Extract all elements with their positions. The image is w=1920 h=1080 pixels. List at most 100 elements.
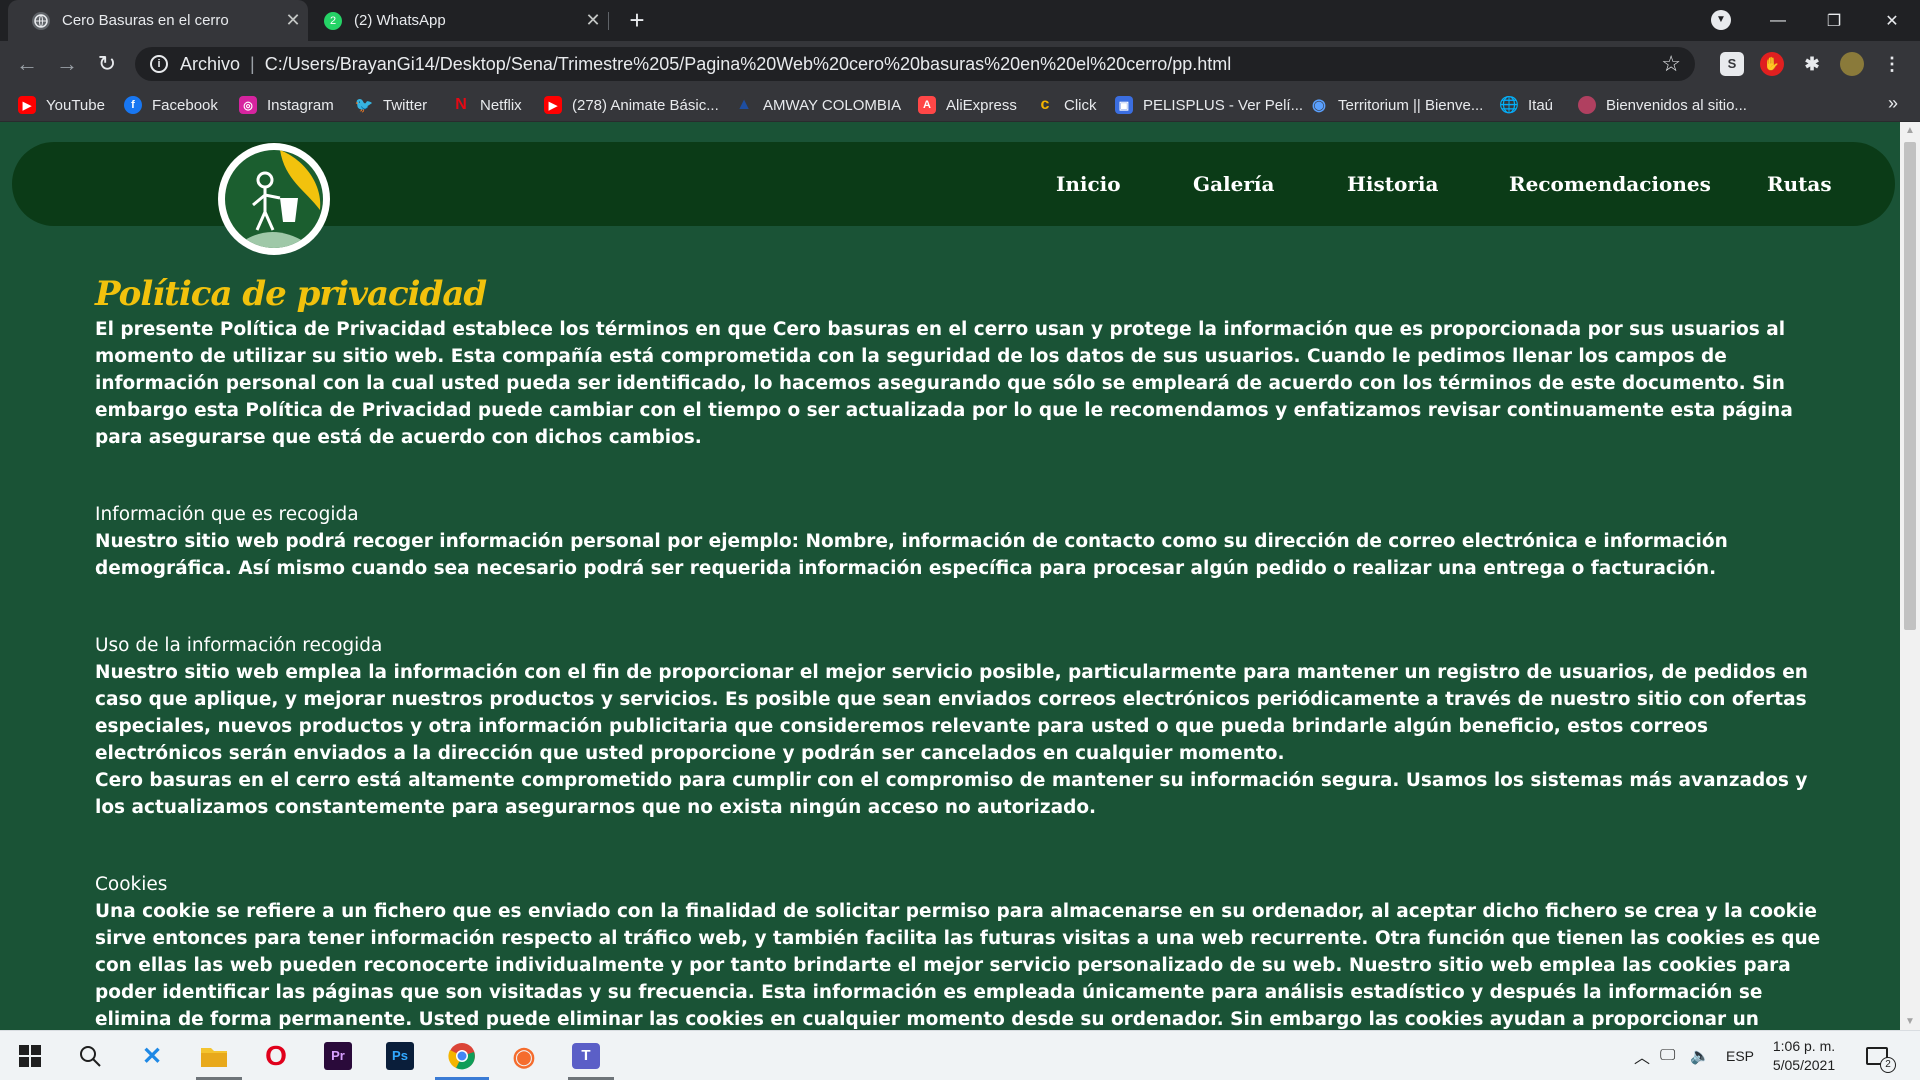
section-cookies: Cookies Una cookie se refiere a un fiche… — [95, 871, 1825, 1030]
pelisplus-icon: ▣ — [1115, 96, 1133, 114]
bookmark-click[interactable]: c Click — [1036, 94, 1097, 116]
globe-icon: 🌐 — [1499, 97, 1519, 114]
teams-icon[interactable]: T — [568, 1038, 604, 1074]
close-tab-icon[interactable]: ✕ — [578, 10, 608, 31]
page-viewport: Inicio Galería Historia Recomendaciones … — [0, 122, 1900, 1030]
section-title: Información que es recogida — [95, 504, 359, 525]
bookmark-label: AliExpress — [946, 96, 1017, 114]
facebook-icon: f — [124, 96, 142, 114]
bookmark-star-icon[interactable]: ☆ — [1661, 51, 1681, 77]
new-tab-button[interactable]: + — [622, 5, 652, 35]
extensions-puzzle-icon[interactable]: ✱ — [1800, 52, 1824, 76]
bookmark-label: Twitter — [383, 96, 428, 114]
recycling-person-icon — [225, 150, 323, 248]
bookmark-netflix[interactable]: N Netflix — [452, 94, 522, 116]
volume-icon[interactable]: 🔈 — [1690, 1031, 1710, 1080]
section-title: Cookies — [95, 874, 168, 895]
bookmark-facebook[interactable]: f Facebook — [124, 94, 218, 116]
section-uso-informacion: Uso de la información recogida Nuestro s… — [95, 632, 1825, 821]
scroll-down-arrow-icon[interactable]: ▼ — [1900, 1013, 1920, 1030]
address-separator: | — [250, 53, 255, 74]
section-body: Una cookie se refiere a un fichero que e… — [95, 901, 1821, 1030]
nav-rutas[interactable]: Rutas — [1767, 172, 1832, 196]
menu-kebab-icon[interactable]: ⋮ — [1880, 52, 1904, 76]
chrome-icon[interactable] — [444, 1038, 480, 1074]
instagram-icon: ◎ — [239, 96, 257, 114]
bookmark-label: Netflix — [480, 96, 522, 114]
address-url[interactable]: C:/Users/BrayanGi14/Desktop/Sena/Trimest… — [265, 54, 1232, 75]
bookmark-itau[interactable]: 🌐 Itaú — [1499, 94, 1554, 116]
restore-button[interactable]: ❐ — [1806, 0, 1862, 41]
nav-recomendaciones[interactable]: Recomendaciones — [1509, 172, 1711, 196]
forward-icon[interactable]: → — [52, 49, 82, 79]
search-icon[interactable] — [72, 1038, 108, 1074]
bookmark-label: (278) Animate Básic... — [572, 96, 719, 114]
click-icon: c — [1040, 96, 1050, 113]
reload-icon[interactable]: ↻ — [92, 49, 122, 79]
bookmark-label: Territorium || Bienve... — [1338, 96, 1484, 114]
input-language[interactable]: ESP — [1726, 1031, 1754, 1080]
close-window-button[interactable]: ✕ — [1864, 0, 1920, 41]
info-icon[interactable]: i — [150, 55, 168, 73]
xampp-icon[interactable]: ✕ — [134, 1038, 170, 1074]
netflix-icon: N — [455, 96, 467, 113]
opera-icon[interactable]: O — [258, 1038, 294, 1074]
tab-whatsapp[interactable]: 2 (2) WhatsApp ✕ — [308, 0, 608, 41]
bookmark-instagram[interactable]: ◎ Instagram — [239, 94, 334, 116]
bookmarks-bar: ▶ YouTube f Facebook ◎ Instagram 🐦 Twitter N… — [0, 87, 1920, 122]
tab-title: (2) WhatsApp — [354, 12, 446, 29]
section-informacion-recogida: Información que es recogida Nuestro siti… — [95, 501, 1825, 582]
bookmark-pelisplus[interactable]: ▣ PELISPLUS - Ver Pelí... — [1115, 94, 1303, 116]
profile-avatar[interactable] — [1840, 52, 1864, 76]
minimize-button[interactable]: — — [1750, 0, 1806, 41]
tab-search-icon[interactable]: ▼ — [1711, 10, 1731, 30]
nav-historia[interactable]: Historia — [1347, 172, 1438, 196]
windows-taskbar: ✕ O Pr Ps ◉ T ︿ 🖵 🔈 ESP 1:06 p. m. 5/05/… — [0, 1030, 1920, 1080]
tab-title: Cero Basuras en el cerro — [62, 12, 229, 29]
bookmark-label: Click — [1064, 96, 1097, 114]
section-body: Nuestro sitio web emplea la información … — [95, 662, 1808, 764]
bookmark-territorium[interactable]: ◉ Territorium || Bienve... — [1310, 94, 1483, 116]
bookmark-aliexpress[interactable]: A AliExpress — [918, 94, 1017, 116]
bookmark-label: Itaú — [1528, 96, 1554, 114]
bookmark-bienvenidos[interactable]: Bienvenidos al sitio... — [1578, 94, 1747, 116]
network-icon[interactable]: 🖵 — [1660, 1031, 1675, 1080]
bookmarks-overflow-icon[interactable]: » — [1888, 93, 1898, 114]
nav-inicio[interactable]: Inicio — [1056, 172, 1121, 196]
scroll-up-arrow-icon[interactable]: ▲ — [1900, 122, 1920, 139]
youtube-icon: ▶ — [544, 96, 562, 114]
site-logo[interactable] — [218, 143, 330, 255]
back-icon[interactable]: ← — [12, 49, 42, 79]
file-explorer-icon[interactable] — [196, 1038, 232, 1074]
bookmark-label: Instagram — [267, 96, 334, 114]
bookmark-label: PELISPLUS - Ver Pelí... — [1143, 96, 1304, 114]
bookmark-twitter[interactable]: 🐦 Twitter — [355, 94, 428, 116]
bookmark-amway[interactable]: ▲ AMWAY COLOMBIA — [735, 94, 901, 116]
intro-paragraph: El presente Política de Privacidad estab… — [95, 319, 1793, 448]
tab-cero-basuras[interactable]: Cero Basuras en el cerro ✕ — [8, 0, 308, 41]
page-scrollbar[interactable]: ▲ ▼ — [1900, 122, 1920, 1030]
bookmark-animate[interactable]: ▶ (278) Animate Básic... — [544, 94, 719, 116]
scroll-thumb[interactable] — [1904, 142, 1916, 630]
origin-icon[interactable]: ◉ — [506, 1038, 542, 1074]
close-tab-icon[interactable]: ✕ — [278, 10, 308, 31]
windows-start-icon[interactable] — [12, 1038, 48, 1074]
notifications-icon[interactable]: 2 — [1866, 1031, 1896, 1080]
photoshop-icon[interactable]: Ps — [382, 1038, 418, 1074]
site-icon — [1578, 96, 1596, 114]
bookmark-youtube[interactable]: ▶ YouTube — [18, 94, 105, 116]
adblock-extension-icon[interactable]: ✋ — [1760, 52, 1784, 76]
skype-extension-icon[interactable]: S — [1720, 52, 1744, 76]
tab-divider — [608, 12, 609, 30]
youtube-icon: ▶ — [18, 96, 36, 114]
nav-galeria[interactable]: Galería — [1193, 172, 1274, 196]
taskbar-clock[interactable]: 1:06 p. m. 5/05/2021 — [1768, 1037, 1840, 1075]
notifications-count: 2 — [1880, 1057, 1896, 1073]
address-bar[interactable]: i Archivo | C:/Users/BrayanGi14/Desktop/… — [135, 47, 1695, 81]
page-title: Política de privacidad — [95, 274, 487, 314]
premiere-icon[interactable]: Pr — [320, 1038, 356, 1074]
tab-strip: Cero Basuras en el cerro ✕ 2 (2) WhatsAp… — [0, 0, 1920, 41]
tray-overflow-icon[interactable]: ︿ — [1634, 1031, 1650, 1080]
bookmark-label: Bienvenidos al sitio... — [1606, 96, 1747, 114]
clock-time: 1:06 p. m. — [1772, 1038, 1836, 1054]
